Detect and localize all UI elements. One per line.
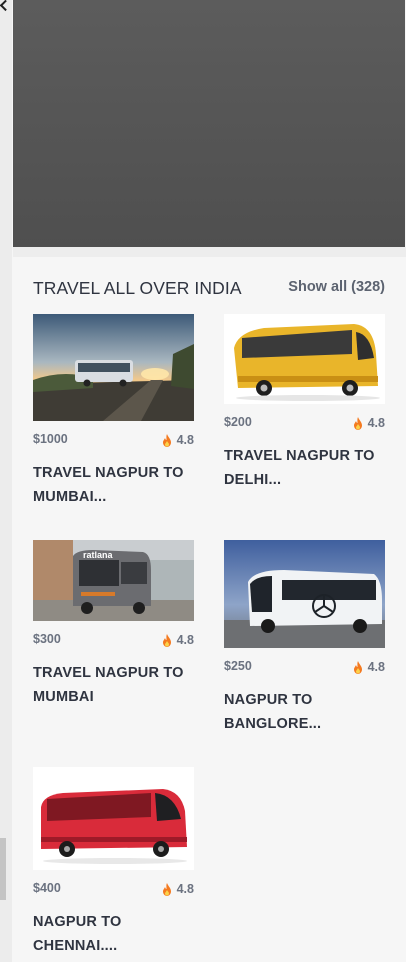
price: $1000 <box>33 432 68 446</box>
scrollbar-thumb[interactable] <box>0 838 6 900</box>
left-scroll-strip <box>0 0 12 962</box>
tour-card[interactable]: $250 4.8 NAGPUR TO BANGLORE... <box>224 540 385 740</box>
rating: 4.8 <box>353 660 385 674</box>
rating: 4.8 <box>162 433 194 447</box>
bus-brand-text: ratlana <box>83 550 114 560</box>
tour-title[interactable]: TRAVEL NAGPUR TO DELHI... <box>224 444 385 492</box>
rating-value: 4.8 <box>176 633 194 647</box>
price: $400 <box>33 881 61 895</box>
bus-photo-sunset <box>33 314 194 421</box>
bus-photo-white <box>224 540 385 648</box>
tour-title[interactable]: TRAVEL NAGPUR TO MUMBAI <box>33 661 194 709</box>
price: $250 <box>224 659 252 673</box>
rating-value: 4.8 <box>367 660 385 674</box>
fire-icon <box>162 433 171 447</box>
bus-photo-grey: ratlana <box>33 540 194 621</box>
tour-title[interactable]: NAGPUR TO CHENNAI.... <box>33 910 194 958</box>
tour-title[interactable]: TRAVEL NAGPUR TO MUMBAI... <box>33 461 194 509</box>
fire-icon <box>353 660 362 674</box>
rating: 4.8 <box>162 633 194 647</box>
divider <box>13 247 406 257</box>
tour-card[interactable]: $200 4.8 TRAVEL NAGPUR TO DELHI... <box>224 314 385 494</box>
rating-value: 4.8 <box>176 882 194 896</box>
price: $300 <box>33 632 61 646</box>
tour-card[interactable]: ratlana $300 4.8 TRAVEL NAGPUR TO MUMBAI <box>33 540 194 710</box>
fire-icon <box>353 416 362 430</box>
price: $200 <box>224 415 252 429</box>
tour-card[interactable]: $400 4.8 NAGPUR TO CHENNAI.... <box>33 767 194 962</box>
rating-value: 4.8 <box>176 433 194 447</box>
bus-photo-yellow <box>224 314 385 404</box>
fire-icon <box>162 633 171 647</box>
tour-title[interactable]: NAGPUR TO BANGLORE... <box>224 688 385 736</box>
section-title: TRAVEL ALL OVER INDIA <box>33 278 242 298</box>
rating: 4.8 <box>162 882 194 896</box>
show-all-link[interactable]: Show all (328) <box>288 279 385 295</box>
hero-banner <box>13 0 405 247</box>
tour-card[interactable]: $1000 4.8 TRAVEL NAGPUR TO MUMBAI... <box>33 314 194 514</box>
fire-icon <box>162 882 171 896</box>
rating: 4.8 <box>353 416 385 430</box>
rating-value: 4.8 <box>367 416 385 430</box>
bus-photo-red <box>33 767 194 870</box>
